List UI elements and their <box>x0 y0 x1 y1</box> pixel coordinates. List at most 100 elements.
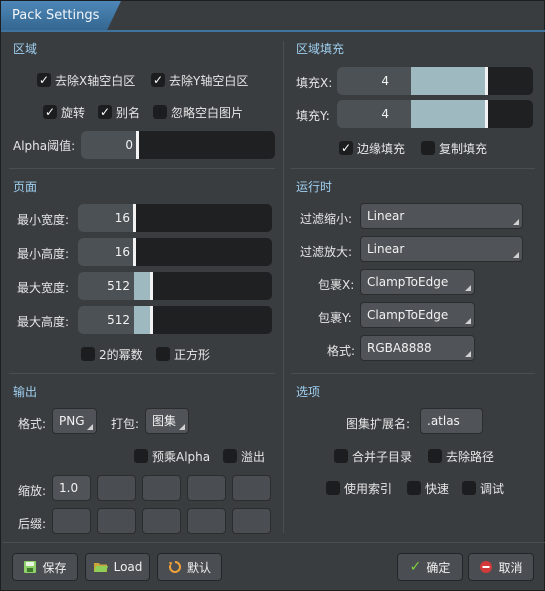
save-button[interactable]: 保存 <box>12 553 78 581</box>
default-button[interactable]: 默认 <box>157 553 222 581</box>
bleed-checkbox[interactable]: 溢出 <box>223 447 265 465</box>
scale-field[interactable] <box>142 475 181 501</box>
fill-x-label: 填充X: <box>296 76 333 90</box>
footer-divider <box>2 542 545 543</box>
scale-field[interactable] <box>187 475 226 501</box>
rotate-checkbox[interactable]: ✓ 旋转 <box>43 103 85 121</box>
edge-padding-label: 边缘填充 <box>357 141 406 156</box>
debug-label: 调试 <box>480 481 505 496</box>
scale-field[interactable] <box>232 475 271 501</box>
floppy-disk-icon <box>24 561 37 573</box>
alpha-threshold-label: Alpha阈值: <box>13 139 76 153</box>
wrap-x-dropdown[interactable]: ClampToEdge <box>360 269 475 295</box>
fill-y-value: 4 <box>381 107 389 121</box>
load-button[interactable]: Load <box>85 553 150 581</box>
output-section-title: 输出 <box>13 385 38 399</box>
output-format-value: PNG <box>59 414 85 428</box>
ignore-blank-checkbox[interactable]: 忽略空白图片 <box>153 103 243 121</box>
power-of-two-label: 2的幂数 <box>99 347 143 362</box>
square-label: 正方形 <box>174 347 211 362</box>
alias-checkbox[interactable]: ✓ 别名 <box>98 103 140 121</box>
scale-field[interactable] <box>97 475 136 501</box>
wrap-y-dropdown[interactable]: ClampToEdge <box>360 302 475 328</box>
min-width-label: 最小宽度: <box>17 213 70 227</box>
wrap-x-label: 包裹X: <box>318 278 355 292</box>
power-of-two-checkbox[interactable]: 2的幂数 <box>81 345 143 363</box>
strip-path-label: 去除路径 <box>446 449 495 464</box>
unchecked-box-icon <box>428 449 442 463</box>
suffix-field[interactable] <box>97 508 136 534</box>
cancel-circle-icon <box>480 561 493 573</box>
suffix-field[interactable] <box>52 508 91 534</box>
ok-button[interactable]: ✓ 确定 <box>397 553 463 581</box>
alpha-threshold-slider[interactable]: 0 <box>81 131 275 159</box>
output-format-label: 格式: <box>18 417 47 431</box>
region-section-title: 区域 <box>13 42 38 56</box>
dropdown-corner-icon <box>87 424 93 430</box>
section-divider <box>291 373 535 374</box>
filter-mag-dropdown[interactable]: Linear <box>360 236 523 262</box>
suffix-field[interactable] <box>142 508 181 534</box>
min-width-slider[interactable]: 16 <box>78 204 272 232</box>
check-icon: ✓ <box>37 73 51 87</box>
debug-checkbox[interactable]: 调试 <box>462 479 504 497</box>
unchecked-box-icon <box>81 347 95 361</box>
pixel-format-value: RGBA8888 <box>367 341 432 355</box>
max-width-slider[interactable]: 512 <box>78 272 272 300</box>
fill-x-value: 4 <box>381 74 389 88</box>
fast-checkbox[interactable]: 快速 <box>407 479 449 497</box>
filter-min-dropdown[interactable]: Linear <box>360 203 523 229</box>
scale-field[interactable]: 1.0 <box>52 475 91 501</box>
title-underline <box>1 30 545 32</box>
max-width-value: 512 <box>107 279 130 293</box>
strip-path-checkbox[interactable]: 去除路径 <box>428 447 494 465</box>
save-button-label: 保存 <box>42 560 67 575</box>
suffix-field[interactable] <box>187 508 226 534</box>
unchecked-box-icon <box>156 347 170 361</box>
duplicate-padding-checkbox[interactable]: 复制填充 <box>421 139 487 157</box>
check-icon: ✓ <box>43 105 57 119</box>
dropdown-corner-icon <box>179 424 185 430</box>
runtime-section-title: 运行时 <box>296 180 333 194</box>
unchecked-box-icon <box>407 481 421 495</box>
strip-y-checkbox[interactable]: ✓ 去除Y轴空白区 <box>151 71 248 89</box>
dropdown-corner-icon <box>513 252 519 258</box>
min-height-slider[interactable]: 16 <box>78 238 272 266</box>
filter-min-label: 过滤缩小: <box>300 212 353 226</box>
alpha-threshold-value: 0 <box>125 138 133 152</box>
filter-min-value: Linear <box>367 209 405 223</box>
square-checkbox[interactable]: 正方形 <box>156 345 210 363</box>
fill-x-slider[interactable]: 4 <box>337 67 533 95</box>
pack-label: 打包: <box>111 417 140 431</box>
flatten-paths-checkbox[interactable]: 合并子目录 <box>334 447 412 465</box>
ok-button-label: 确定 <box>426 560 451 575</box>
output-format-dropdown[interactable]: PNG <box>52 408 97 434</box>
max-height-label: 最大高度: <box>17 315 70 329</box>
suffix-field[interactable] <box>232 508 271 534</box>
rotate-label: 旋转 <box>61 105 86 120</box>
check-icon: ✓ <box>98 105 112 119</box>
check-icon: ✓ <box>151 73 165 87</box>
section-divider <box>291 168 535 169</box>
atlas-extension-field[interactable]: .atlas <box>420 408 483 434</box>
duplicate-padding-label: 复制填充 <box>439 141 488 156</box>
use-indexes-label: 使用索引 <box>344 481 393 496</box>
cancel-button[interactable]: 取消 <box>468 553 534 581</box>
options-section-title: 选项 <box>296 385 321 399</box>
unchecked-box-icon <box>334 449 348 463</box>
premultiply-alpha-checkbox[interactable]: 预乘Alpha <box>134 447 210 465</box>
strip-x-label: 去除X轴空白区 <box>55 73 136 88</box>
flatten-paths-label: 合并子目录 <box>352 449 413 464</box>
format-label: 格式: <box>327 344 356 358</box>
unchecked-box-icon <box>223 449 237 463</box>
use-indexes-checkbox[interactable]: 使用索引 <box>326 479 392 497</box>
fill-y-slider[interactable]: 4 <box>337 100 533 128</box>
scale-label: 缩放: <box>18 484 47 498</box>
min-height-value: 16 <box>114 245 130 259</box>
pack-dropdown[interactable]: 图集 <box>145 408 189 434</box>
ignore-blank-label: 忽略空白图片 <box>171 105 244 120</box>
pixel-format-dropdown[interactable]: RGBA8888 <box>360 335 475 361</box>
edge-padding-checkbox[interactable]: ✓ 边缘填充 <box>339 139 405 157</box>
max-height-slider[interactable]: 512 <box>78 306 272 334</box>
strip-x-checkbox[interactable]: ✓ 去除X轴空白区 <box>37 71 135 89</box>
